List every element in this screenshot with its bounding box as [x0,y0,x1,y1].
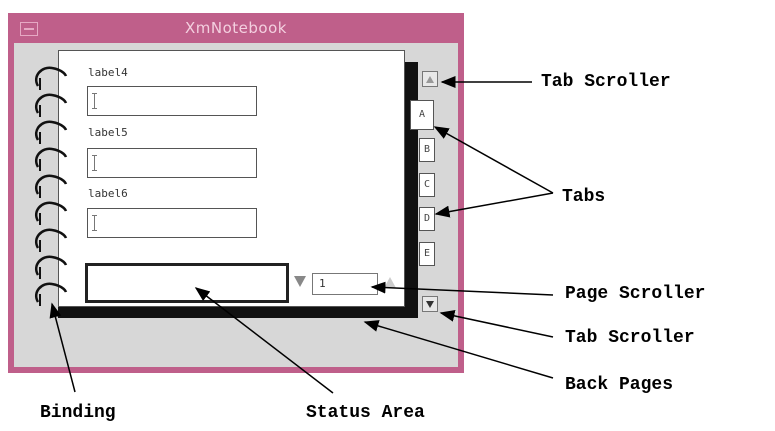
callout-back-pages: Back Pages [565,375,674,395]
callout-arrows [49,76,554,394]
callout-binding: Binding [40,403,116,423]
callout-status-area: Status Area [306,403,425,423]
callout-tabs: Tabs [562,187,606,207]
callout-tab-scroller-bottom: Tab Scroller [565,328,695,348]
callout-tab-scroller-top: Tab Scroller [541,72,671,92]
callout-page-scroller: Page Scroller [565,284,706,304]
